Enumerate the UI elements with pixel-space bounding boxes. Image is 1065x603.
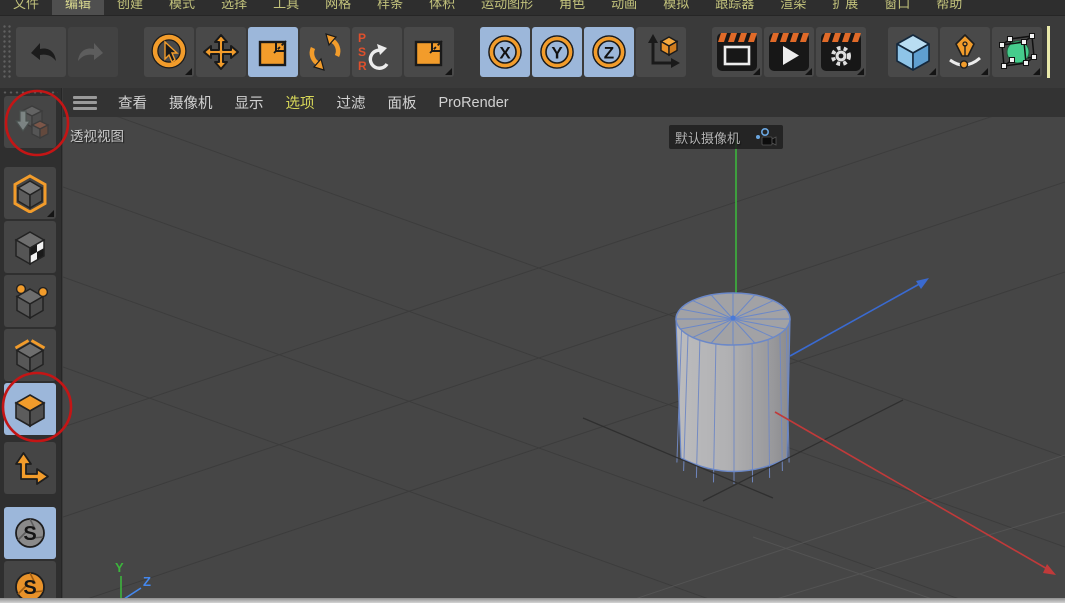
menu-tools[interactable]: 工具: [260, 0, 312, 15]
vp-menu-cameras[interactable]: 摄像机: [158, 92, 224, 113]
cylinder-object[interactable]: [676, 293, 790, 484]
main-menubar: 文件 编辑 创建 模式 选择 工具 网格 样条 体积 运动图形 角色 动画 模拟…: [0, 0, 1065, 15]
vp-menu-prorender[interactable]: ProRender: [428, 95, 520, 111]
grid-lines-near: [623, 455, 1065, 603]
toolbar-drag-handle[interactable]: [2, 24, 12, 80]
viewport-menu-icon[interactable]: [73, 96, 97, 110]
menu-tracker[interactable]: 跟踪器: [702, 0, 767, 15]
menu-edit[interactable]: 编辑: [52, 0, 104, 15]
model-mode-button[interactable]: [4, 167, 56, 219]
render-picture-viewer-button[interactable]: [764, 27, 814, 77]
scale-button[interactable]: [248, 27, 298, 77]
camera-label[interactable]: 默认摄像机: [669, 125, 783, 149]
menu-help[interactable]: 帮助: [923, 0, 975, 15]
menu-create[interactable]: 创建: [104, 0, 156, 15]
grid-lines: [63, 117, 1065, 603]
scale-variant-button[interactable]: [404, 27, 454, 77]
menu-spline[interactable]: 样条: [364, 0, 416, 15]
menu-window[interactable]: 窗口: [871, 0, 923, 15]
coordinate-system-button[interactable]: [636, 27, 686, 77]
menu-file[interactable]: 文件: [0, 0, 52, 15]
vp-menu-panel[interactable]: 面板: [377, 92, 428, 113]
x-axis-line: [775, 412, 1056, 575]
axis-y-label: Y: [115, 560, 124, 575]
menu-animate[interactable]: 动画: [598, 0, 650, 15]
subdivision-surface-button[interactable]: [992, 27, 1042, 77]
menu-extensions[interactable]: 扩展: [819, 0, 871, 15]
view-label: 透视视图: [70, 125, 124, 145]
vp-menu-display[interactable]: 显示: [224, 92, 275, 113]
viewport-scene: Y Z: [63, 117, 1065, 603]
axis-indicator: Y Z: [115, 560, 151, 601]
enable-axis-button[interactable]: [4, 442, 56, 494]
window-bottom-edge: [0, 598, 1065, 603]
vp-menu-view[interactable]: 查看: [107, 92, 158, 113]
lock-x-axis-button[interactable]: X: [480, 27, 530, 77]
palette-dock-separator: [1047, 26, 1050, 78]
svg-text:Y: Y: [551, 44, 563, 63]
vp-menu-filter[interactable]: 过滤: [326, 92, 377, 113]
move-button[interactable]: [196, 27, 246, 77]
menu-mesh[interactable]: 网格: [312, 0, 364, 15]
snap-toggle-button[interactable]: S: [4, 561, 56, 603]
camera-icon: [745, 126, 777, 148]
axis-z-label: Z: [143, 574, 151, 589]
texture-mode-button[interactable]: [4, 221, 56, 273]
svg-text:S: S: [23, 577, 36, 599]
mode-palette: S S: [0, 88, 62, 603]
redo-button[interactable]: [68, 27, 118, 77]
spline-pen-button[interactable]: [940, 27, 990, 77]
menu-volume[interactable]: 体积: [416, 0, 468, 15]
lock-y-axis-button[interactable]: Y: [532, 27, 582, 77]
menu-mograph[interactable]: 运动图形: [468, 0, 546, 15]
menu-simulate[interactable]: 模拟: [650, 0, 702, 15]
lock-z-axis-button[interactable]: Z: [584, 27, 634, 77]
vp-menu-options[interactable]: 选项: [275, 92, 326, 113]
svg-text:Z: Z: [604, 44, 614, 63]
z-axis-line: [790, 278, 929, 356]
menu-character[interactable]: 角色: [546, 0, 598, 15]
render-settings-button[interactable]: [816, 27, 866, 77]
cube-primitive-button[interactable]: [888, 27, 938, 77]
viewport-menubar: 查看 摄像机 显示 选项 过滤 面板 ProRender: [63, 88, 1065, 117]
svg-text:S: S: [23, 523, 36, 545]
rotate-button[interactable]: [300, 27, 350, 77]
menu-select[interactable]: 选择: [208, 0, 260, 15]
polygons-mode-button[interactable]: [4, 383, 56, 435]
object-origin-point: [730, 315, 735, 320]
live-selection-button[interactable]: [144, 27, 194, 77]
menu-mode[interactable]: 模式: [156, 0, 208, 15]
main-toolbar: P S R X Y: [0, 15, 1065, 88]
undo-button[interactable]: [16, 27, 66, 77]
psr-reset-icon: P S R: [358, 31, 367, 73]
menu-render[interactable]: 渲染: [767, 0, 819, 15]
render-view-button[interactable]: [712, 27, 762, 77]
make-editable-button[interactable]: [4, 96, 56, 148]
psr-reset-button[interactable]: P S R: [352, 27, 402, 77]
svg-text:X: X: [499, 44, 511, 63]
viewport-canvas[interactable]: Y Z 透视视图 默认摄像机: [63, 117, 1065, 603]
points-mode-button[interactable]: [4, 275, 56, 327]
edges-mode-button[interactable]: [4, 329, 56, 381]
snap-settings-button[interactable]: S: [4, 507, 56, 559]
